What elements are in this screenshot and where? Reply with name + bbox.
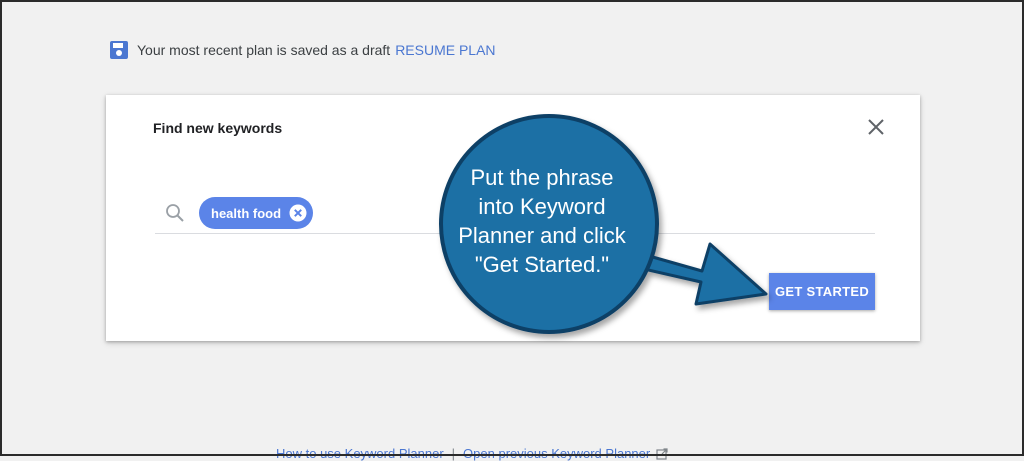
callout-line: Put the phrase	[470, 165, 614, 190]
callout-text: Put the phrase into Keyword Planner and …	[437, 163, 647, 279]
callout-line: "Get Started."	[474, 252, 610, 277]
callout-line: into Keyword	[478, 194, 606, 219]
callout-line: Planner and click	[458, 223, 626, 248]
